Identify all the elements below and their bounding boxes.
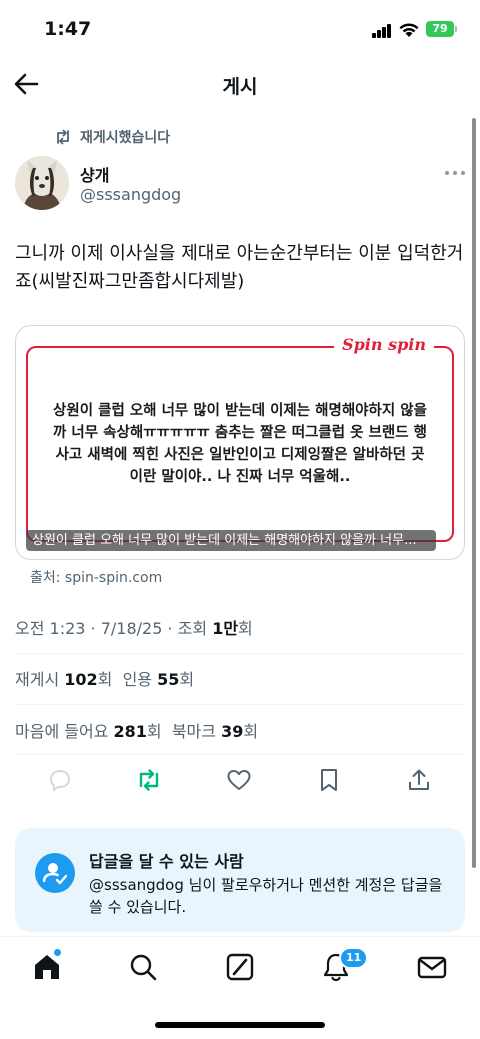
likes-label: 마음에 들어요 xyxy=(15,722,114,741)
repost-indicator[interactable]: 재게시했습니다 xyxy=(54,126,170,148)
bookmarks-unit: 회 xyxy=(243,722,259,741)
home-unread-dot xyxy=(54,949,61,956)
top-nav: 게시 xyxy=(0,60,480,112)
repost-quote-stats[interactable]: 재게시 102회 인용 55회 xyxy=(15,666,194,690)
link-card[interactable]: Spin spin 상원이 클럽 오해 너무 많이 받는데 이제는 해명해야하지… xyxy=(15,325,465,560)
quotes-unit: 회 xyxy=(179,670,195,689)
divider xyxy=(15,754,465,755)
quotes-label: 인용 xyxy=(122,670,158,689)
repost-icon xyxy=(57,129,69,145)
divider xyxy=(15,653,465,654)
post-timestamp: 오전 1:23 · 7/18/25 · 조회 1만회 xyxy=(15,615,253,639)
reply-restriction-box: 답글을 달 수 있는 사람 @sssangdog 님이 팔로우하거나 멘션한 계… xyxy=(15,828,465,932)
author-handle[interactable]: @sssangdog xyxy=(80,185,181,204)
divider xyxy=(15,704,465,705)
reply-icon[interactable] xyxy=(46,766,74,794)
user-check-icon xyxy=(35,853,75,893)
grok-icon[interactable] xyxy=(224,951,256,983)
wifi-icon xyxy=(399,23,419,37)
card-caption: 상원이 클럽 오해 너무 많이 받는데 이제는 해명해야하지 않을까 너무... xyxy=(26,530,436,551)
author-name[interactable]: 샹개 xyxy=(80,162,109,186)
like-icon[interactable] xyxy=(225,766,253,794)
battery-icon: 79 xyxy=(426,21,454,37)
view-unit: 회 xyxy=(238,619,253,638)
reposts-count: 102 xyxy=(64,670,98,689)
battery-tip xyxy=(455,26,457,32)
post-text: 그니까 이제 이사실을 제대로 아는순간부터는 이분 입덕한거죠(씨발진짜그만좀… xyxy=(15,243,464,292)
home-indicator xyxy=(155,1022,325,1028)
repost-label: 재게시했습니다 xyxy=(80,130,171,146)
messages-icon[interactable] xyxy=(416,951,448,983)
reposts-unit: 회 xyxy=(97,670,113,689)
status-time: 1:47 xyxy=(44,18,92,40)
reposts-label: 재게시 xyxy=(15,670,65,689)
page-title: 게시 xyxy=(222,76,258,98)
share-icon[interactable] xyxy=(405,766,433,794)
more-options-icon[interactable] xyxy=(444,170,466,176)
reply-restriction-title: 답글을 달 수 있는 사람 xyxy=(89,852,244,871)
card-brand-logo: Spin spin xyxy=(334,335,434,354)
search-icon[interactable] xyxy=(127,951,159,983)
card-source[interactable]: 출처: spin-spin.com xyxy=(30,567,162,587)
signal-icon xyxy=(372,24,392,38)
like-bookmark-stats[interactable]: 마음에 들어요 281회 북마크 39회 xyxy=(15,718,258,742)
notification-badge: 11 xyxy=(339,947,369,969)
bookmarks-count: 39 xyxy=(221,722,244,741)
card-quote: 상원이 클럽 오해 너무 많이 받는데 이제는 해명해야하지 않을까 너무 속상… xyxy=(53,403,427,485)
bookmark-icon[interactable] xyxy=(315,766,343,794)
likes-unit: 회 xyxy=(146,722,162,741)
view-count: 1만 xyxy=(212,619,239,638)
likes-count: 281 xyxy=(113,722,147,741)
status-bar: 1:47 79 xyxy=(0,0,480,60)
quotes-count: 55 xyxy=(157,670,180,689)
scrollbar[interactable] xyxy=(472,118,476,868)
bookmarks-label: 북마크 xyxy=(171,722,222,741)
reply-restriction-description: @sssangdog 님이 팔로우하거나 멘션한 계정은 답글을 쓸 수 있습니… xyxy=(89,876,443,916)
time-date: 오전 1:23 · 7/18/25 · 조회 xyxy=(15,619,213,638)
avatar[interactable] xyxy=(15,156,69,210)
repost-action-icon[interactable] xyxy=(135,766,163,794)
